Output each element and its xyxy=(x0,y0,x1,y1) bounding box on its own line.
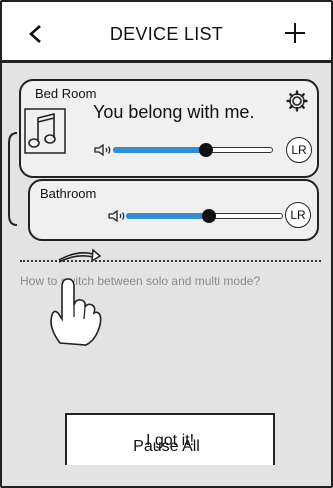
device-card-bed-room[interactable]: Bed Room You belong with me. LR xyxy=(19,79,319,178)
speaker-icon xyxy=(94,144,111,156)
gear-icon[interactable] xyxy=(286,90,308,112)
music-note-icon xyxy=(24,108,66,154)
slider-thumb[interactable] xyxy=(202,209,217,223)
channel-lr-button[interactable]: LR xyxy=(285,202,311,228)
volume-slider[interactable] xyxy=(126,209,283,223)
slider-fill xyxy=(126,213,210,219)
header: DEVICE LIST xyxy=(2,2,331,60)
device-name: Bathroom xyxy=(40,186,97,201)
slider-thumb[interactable] xyxy=(198,143,213,157)
song-title: You belong with me. xyxy=(93,102,255,122)
slider-fill xyxy=(113,147,206,153)
page-title: DEVICE LIST xyxy=(109,24,224,44)
pointing-hand-icon xyxy=(50,278,102,346)
device-card-bathroom[interactable]: Bathroom LR xyxy=(28,179,319,241)
pause-all-button[interactable]: Pause All xyxy=(0,438,333,456)
plus-icon[interactable] xyxy=(283,21,307,45)
app-frame: DEVICE LIST Bed Room You belong with me. xyxy=(0,0,333,488)
device-name: Bed Room xyxy=(35,86,97,101)
speaker-icon xyxy=(108,210,125,222)
dotted-divider xyxy=(20,260,321,262)
channel-lr-button[interactable]: LR xyxy=(286,137,312,163)
volume-slider[interactable] xyxy=(113,143,273,157)
